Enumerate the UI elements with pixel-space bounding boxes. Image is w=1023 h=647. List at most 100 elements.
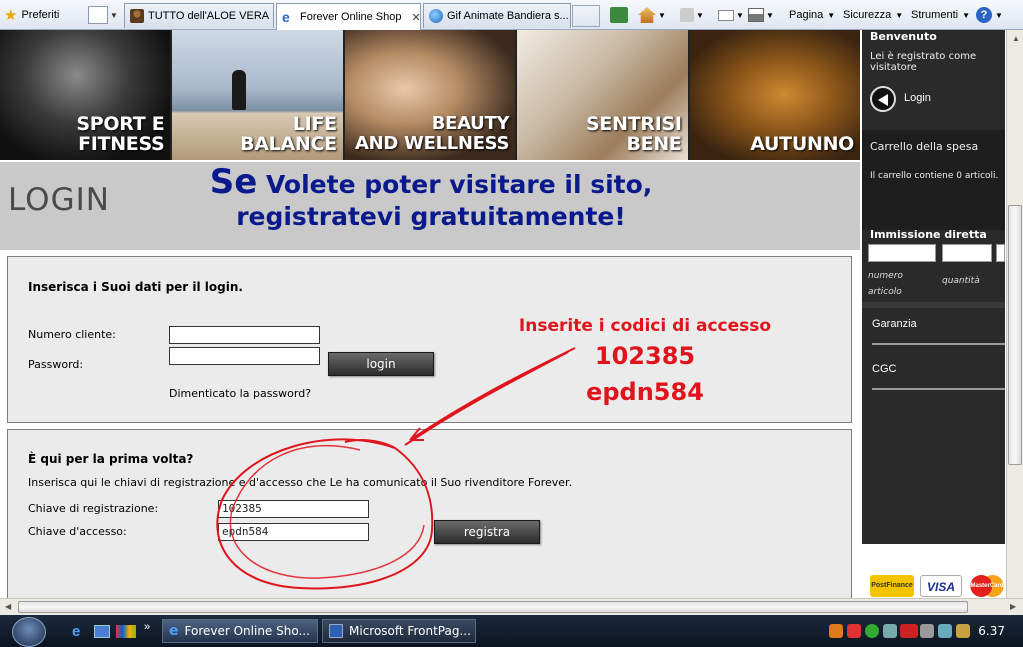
access-key-label: Chiave d'accesso:: [28, 525, 127, 538]
web-page: SPORT E FITNESS LIFE BALANCE BEAUTY AND WEL…: [0, 30, 1006, 598]
password-label: Password:: [28, 358, 84, 371]
browser-toolbar: ★ Preferiti ▼ TUTTO dell'ALOE VERA e For…: [0, 0, 1023, 30]
cart-status: Il carrello contiene 0 articoli.: [870, 171, 999, 181]
security-menu[interactable]: Sicurezza ▼: [843, 4, 903, 26]
tab-list-dropdown-icon[interactable]: ▼: [110, 4, 118, 26]
tray-app-icon[interactable]: [883, 624, 897, 638]
payment-logos: PostFinance VISA MasterCard: [862, 570, 1006, 598]
windows-taskbar: e » e Forever Online Sho... Microsoft Fr…: [0, 615, 1023, 647]
start-button[interactable]: [12, 617, 46, 647]
banner-sentrisi-bene[interactable]: SENTRISI BENE: [517, 30, 688, 160]
mail-icon[interactable]: ▼: [718, 4, 744, 26]
tray-app-icon[interactable]: [847, 624, 861, 638]
article-number-field[interactable]: [868, 244, 936, 262]
rss-icon[interactable]: ▼: [680, 4, 704, 26]
access-code-annotation: Inserite i codici di accesso 102385 epdn…: [495, 316, 795, 408]
tab-forever-online-shop[interactable]: e Forever Online Shop ✕: [276, 3, 421, 30]
promo-text: Se Volete poter visitare il sito, regist…: [209, 162, 653, 231]
taskbar-window-ie[interactable]: e Forever Online Sho...: [162, 619, 318, 643]
system-clock[interactable]: 6.37: [978, 624, 1005, 638]
vertical-scrollbar[interactable]: ▲: [1006, 30, 1023, 598]
sidebar-divider: [872, 388, 1005, 390]
more-quicklaunch-icon[interactable]: »: [144, 621, 150, 633]
scroll-left-icon[interactable]: ◀: [5, 602, 11, 611]
frontpage-icon: [329, 624, 343, 638]
quantity-label: quantità: [942, 276, 980, 286]
registration-instructions: Inserisca qui le chiavi di registrazione…: [28, 476, 573, 489]
page-menu[interactable]: Pagina ▼: [789, 4, 835, 26]
print-icon[interactable]: ▼: [748, 4, 774, 26]
annotation-code-2: epdn584: [586, 378, 704, 406]
registration-key-label: Chiave di registrazione:: [28, 502, 159, 515]
sidebar-divider: [872, 343, 1005, 345]
quantity-field[interactable]: [942, 244, 992, 262]
new-tab-button[interactable]: [572, 5, 600, 27]
right-sidebar: Benvenuto Lei è registrato come visitato…: [862, 30, 1005, 544]
add-button[interactable]: [996, 244, 1005, 262]
home-icon[interactable]: ▼: [638, 4, 666, 26]
cart-title[interactable]: Carrello della spesa: [862, 140, 1005, 153]
star-icon: ★: [4, 7, 18, 24]
globe-icon: [429, 9, 443, 23]
taskbar-window-frontpage[interactable]: Microsoft FrontPag...: [322, 619, 476, 643]
runner-image: [232, 70, 247, 110]
favorites-label: Preferiti: [21, 9, 60, 21]
banner-sport-fitness[interactable]: SPORT E FITNESS: [0, 30, 171, 160]
welcome-text: Lei è registrato come visitatore: [870, 51, 977, 73]
login-button[interactable]: login: [328, 352, 434, 376]
register-button[interactable]: registra: [434, 520, 540, 544]
tray-app-icon[interactable]: [829, 624, 843, 638]
welcome-title: Benvenuto: [870, 30, 937, 43]
horizontal-scroll-thumb[interactable]: [18, 601, 968, 613]
page-title: LOGIN: [8, 182, 110, 218]
scroll-up-icon[interactable]: ▲: [1012, 34, 1020, 43]
registration-key-field[interactable]: 102385: [218, 500, 369, 518]
customer-number-label: Numero cliente:: [28, 328, 116, 341]
warranty-link[interactable]: Garanzia: [862, 318, 1005, 330]
registration-panel: È qui per la prima volta? Inserisca qui …: [7, 429, 852, 598]
tab-title: TUTTO dell'ALOE VERA: [148, 10, 270, 22]
help-icon[interactable]: ? ▼: [976, 4, 1003, 26]
feeds-icon[interactable]: [610, 4, 628, 26]
title-area: LOGIN Se Volete poter visitare il sito, …: [0, 162, 860, 250]
tray-security-icon[interactable]: [865, 624, 879, 638]
ie-quicklaunch-icon[interactable]: e: [72, 624, 88, 640]
tray-network-icon[interactable]: [938, 624, 952, 638]
vertical-scroll-thumb[interactable]: [1008, 205, 1022, 465]
tray-app-icon[interactable]: [956, 624, 970, 638]
banner-autunno[interactable]: AUTUNNO: [689, 30, 861, 160]
tray-ati-icon[interactable]: [900, 624, 918, 638]
visa-logo: VISA: [920, 575, 962, 597]
site-favicon-icon: [130, 9, 144, 23]
tray-volume-icon[interactable]: [920, 624, 934, 638]
registration-heading: È qui per la prima volta?: [28, 452, 194, 466]
login-heading: Inserisca i Suoi dati per il login.: [28, 280, 243, 294]
password-field[interactable]: [169, 347, 320, 365]
forgot-password-link[interactable]: Dimenticato la password?: [169, 387, 311, 400]
banner-life-balance[interactable]: LIFE BALANCE: [172, 30, 343, 160]
sidebar-login-link[interactable]: Login: [904, 92, 994, 104]
scroll-right-icon[interactable]: ▶: [1010, 602, 1016, 611]
annotation-code-1: 102385: [594, 342, 696, 370]
tab-gif-animate[interactable]: Gif Animate Bandiera s...: [423, 3, 571, 28]
ie-icon: e: [169, 623, 179, 639]
cgc-link[interactable]: CGC: [862, 363, 1005, 375]
banner-beauty-wellness[interactable]: BEAUTY AND WELLNESS: [344, 30, 516, 160]
horizontal-scrollbar[interactable]: ◀ ▶: [0, 598, 1023, 615]
quick-tabs-icon[interactable]: [88, 6, 108, 24]
tab-title: Gif Animate Bandiera s...: [447, 10, 569, 22]
mastercard-logo: MasterCard: [968, 575, 1006, 597]
login-arrow-icon[interactable]: [870, 86, 896, 112]
ebay-icon[interactable]: [116, 625, 136, 638]
ie-page-icon: e: [282, 9, 290, 25]
access-key-field[interactable]: epdn584: [218, 523, 369, 541]
category-banner: SPORT E FITNESS LIFE BALANCE BEAUTY AND WEL…: [0, 30, 861, 160]
tab-aloe-vera[interactable]: TUTTO dell'ALOE VERA: [124, 3, 274, 28]
tools-menu[interactable]: Strumenti ▼: [911, 4, 970, 26]
customer-number-field[interactable]: [169, 326, 320, 344]
close-tab-icon[interactable]: ✕: [412, 11, 421, 24]
postfinance-logo: PostFinance: [870, 575, 914, 597]
favorites-button[interactable]: ★ Preferiti: [4, 4, 59, 26]
article-number-label: numero articolo: [868, 271, 903, 297]
show-desktop-icon[interactable]: [94, 625, 110, 638]
